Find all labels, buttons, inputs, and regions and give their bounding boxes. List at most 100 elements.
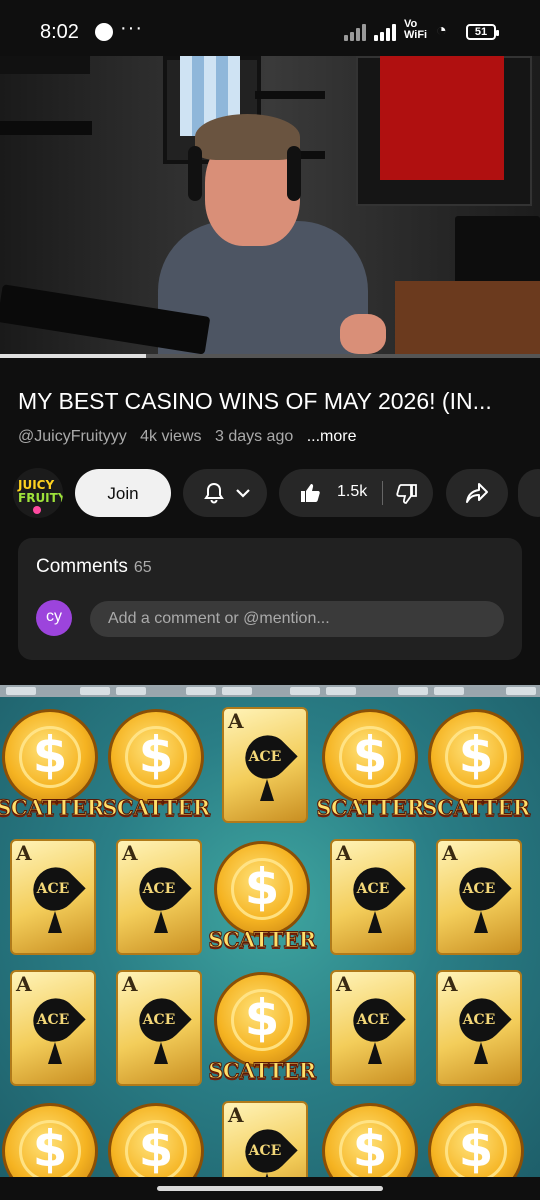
status-time: 8:02 xyxy=(40,21,79,43)
scatter-symbol: $SCATTER xyxy=(106,1097,204,1177)
like-icon[interactable] xyxy=(299,482,321,504)
reel-top-bar xyxy=(0,685,540,697)
signal-icon xyxy=(344,23,370,41)
spade-stem xyxy=(368,911,382,933)
like-dislike-group: 1.5k xyxy=(279,469,433,517)
ace-corner-letter: A xyxy=(442,972,458,996)
spade-stem xyxy=(474,911,488,933)
red-shirt xyxy=(380,56,504,180)
ace-corner-letter: A xyxy=(228,709,244,733)
ace-label: ACE xyxy=(356,881,390,897)
channel-avatar[interactable]: JUICY FRUITY xyxy=(13,468,63,518)
scatter-label: SCATTER xyxy=(0,795,105,821)
ace-label: ACE xyxy=(36,881,70,897)
ace-card: A ACE xyxy=(436,970,522,1086)
avatar-dot xyxy=(33,506,41,514)
comments-header: Comments 65 xyxy=(36,556,152,578)
spade-stem xyxy=(474,1042,488,1064)
ace-label: ACE xyxy=(356,1012,390,1028)
avatar-logo-text: JUICY xyxy=(18,478,55,492)
dollar-sign: $ xyxy=(352,1120,388,1177)
dollar-sign: $ xyxy=(138,726,174,784)
headphone-left xyxy=(188,146,202,201)
ace-symbol: A ACE xyxy=(320,835,416,955)
scatter-label: SCATTER xyxy=(208,1058,317,1084)
ace-corner-letter: A xyxy=(122,841,138,865)
ace-label: ACE xyxy=(248,749,282,765)
scatter-label: SCATTER xyxy=(102,795,211,821)
scatter-coin-icon: $ xyxy=(2,709,98,805)
messenger-icon xyxy=(95,23,113,41)
ace-symbol: A ACE xyxy=(320,966,416,1086)
scatter-symbol: $SCATTER xyxy=(320,1097,418,1177)
more-link[interactable]: ...more xyxy=(307,428,357,445)
ace-card: A ACE xyxy=(330,839,416,955)
headphone-right xyxy=(287,146,301,201)
ace-symbol: A ACE xyxy=(212,1097,308,1177)
ace-card: A ACE xyxy=(436,839,522,955)
ace-symbol: A ACE xyxy=(0,835,96,955)
avatar-logo-text-2: FRUITY xyxy=(18,491,63,505)
scatter-symbol: $SCATTER xyxy=(0,1097,98,1177)
dollar-sign: $ xyxy=(458,1120,494,1177)
scatter-coin-icon: $ xyxy=(322,1103,418,1177)
channel-handle[interactable]: @JuicyFruityyy xyxy=(18,428,127,445)
scatter-coin-icon: $ xyxy=(214,972,310,1068)
ace-card: A ACE xyxy=(10,970,96,1086)
spade-stem xyxy=(260,1173,274,1177)
join-button[interactable]: Join xyxy=(75,469,171,517)
ace-card: A ACE xyxy=(116,970,202,1086)
ace-card: A ACE xyxy=(330,970,416,1086)
ace-label: ACE xyxy=(142,881,176,897)
dollar-sign: $ xyxy=(138,1120,174,1177)
shelf xyxy=(255,91,325,99)
dislike-icon[interactable] xyxy=(396,483,418,505)
ace-card: A ACE xyxy=(116,839,202,955)
ace-symbol: A ACE xyxy=(106,835,202,955)
scatter-coin-icon: $ xyxy=(214,841,310,937)
bell-icon xyxy=(204,482,224,504)
dollar-sign: $ xyxy=(32,1120,68,1177)
scatter-coin-icon: $ xyxy=(108,709,204,805)
home-indicator[interactable] xyxy=(157,1186,383,1191)
scatter-coin-icon: $ xyxy=(428,1103,524,1177)
video-title[interactable]: MY BEST CASINO WINS OF MAY 2026! (IN... xyxy=(18,386,528,416)
scatter-coin-icon: $ xyxy=(322,709,418,805)
scatter-coin-icon: $ xyxy=(428,709,524,805)
ace-card: A ACE xyxy=(10,839,96,955)
person-cap xyxy=(195,114,300,160)
video-progress-bar[interactable] xyxy=(0,354,540,358)
notifications-button[interactable] xyxy=(183,469,267,517)
wifi-icon: ◔ xyxy=(436,20,447,40)
comments-card[interactable]: Comments 65 cy Add a comment or @mention.… xyxy=(18,538,522,660)
share-button[interactable] xyxy=(446,469,508,517)
scatter-label: SCATTER xyxy=(316,795,425,821)
comment-input[interactable]: Add a comment or @mention... xyxy=(90,601,504,637)
divider xyxy=(382,481,383,505)
ace-label: ACE xyxy=(248,1143,282,1159)
dollar-sign: $ xyxy=(244,858,280,916)
ace-symbol: A ACE xyxy=(0,966,96,1086)
like-count[interactable]: 1.5k xyxy=(337,483,367,501)
ace-corner-letter: A xyxy=(336,972,352,996)
spade-stem xyxy=(260,779,274,801)
ace-label: ACE xyxy=(142,1012,176,1028)
comments-count: 65 xyxy=(133,559,152,576)
chevron-down-icon xyxy=(236,489,250,498)
slot-game-board: $ SCATTER $ SCATTER A ACE $ SCATTER $ SCATTER A ACE… xyxy=(0,685,540,1177)
spade-stem xyxy=(48,1042,62,1064)
video-player[interactable] xyxy=(0,56,540,356)
spade-stem xyxy=(154,1042,168,1064)
ace-card: A ACE xyxy=(222,1101,308,1177)
video-meta: @JuicyFruityyy 4k views 3 days ago ...mo… xyxy=(18,428,366,446)
dollar-sign: $ xyxy=(458,726,494,784)
ace-label: ACE xyxy=(36,1012,70,1028)
more-actions-button[interactable] xyxy=(518,469,540,517)
spade-stem xyxy=(154,911,168,933)
comments-label: Comments xyxy=(36,556,128,577)
ace-symbol: A ACE xyxy=(212,703,308,823)
ace-corner-letter: A xyxy=(122,972,138,996)
video-progress-fill xyxy=(0,354,146,358)
ace-corner-letter: A xyxy=(228,1103,244,1127)
ace-symbol: A ACE xyxy=(426,835,522,955)
